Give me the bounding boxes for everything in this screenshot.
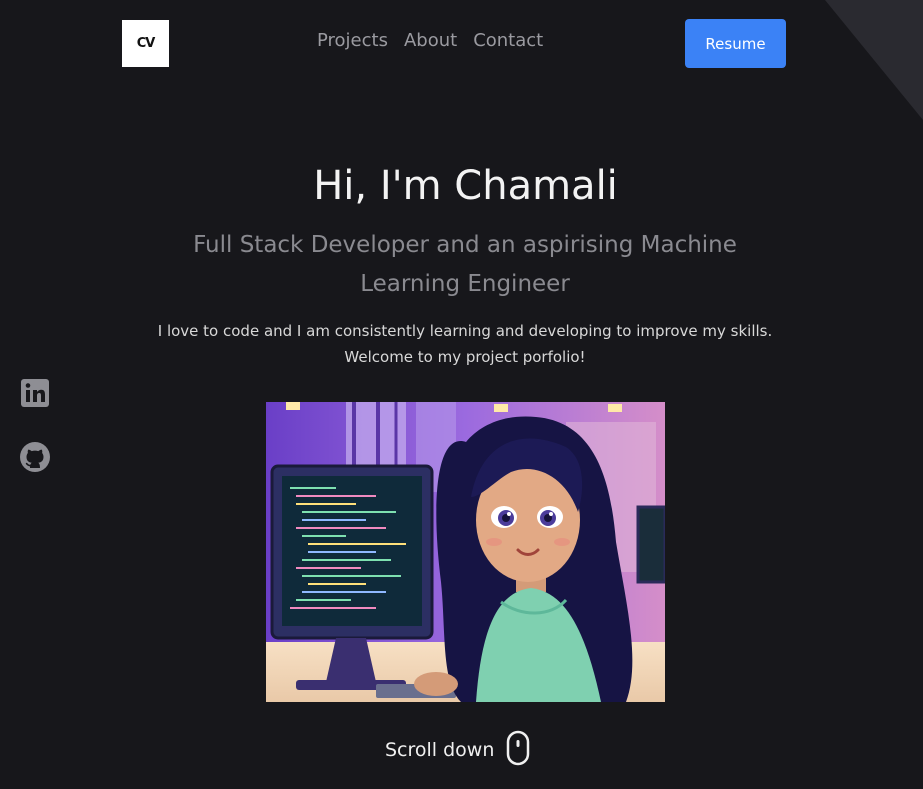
linkedin-icon[interactable]: [19, 377, 51, 409]
scroll-down[interactable]: Scroll down: [385, 730, 530, 770]
hero-subtitle: Full Stack Developer and an aspirising M…: [193, 232, 737, 297]
scroll-down-label: Scroll down: [385, 739, 495, 761]
mouse-icon: [506, 730, 530, 770]
corner-decoration: [825, 0, 923, 120]
logo-text: CV: [136, 36, 156, 51]
nav-link-projects[interactable]: Projects: [317, 30, 388, 51]
resume-button[interactable]: Resume: [685, 19, 786, 68]
github-icon[interactable]: [19, 441, 51, 473]
logo[interactable]: CV: [122, 20, 169, 67]
hero-title: Hi, I'm Chamali: [313, 163, 618, 209]
main-nav: Projects About Contact: [317, 30, 543, 51]
nav-link-contact[interactable]: Contact: [473, 30, 543, 51]
portfolio-page: CV Projects About Contact Resume Hi, I'm…: [0, 0, 923, 789]
portrait-image: [266, 402, 665, 702]
hero-description: I love to code and I am consistently lea…: [157, 322, 773, 366]
nav-link-about[interactable]: About: [404, 30, 457, 51]
